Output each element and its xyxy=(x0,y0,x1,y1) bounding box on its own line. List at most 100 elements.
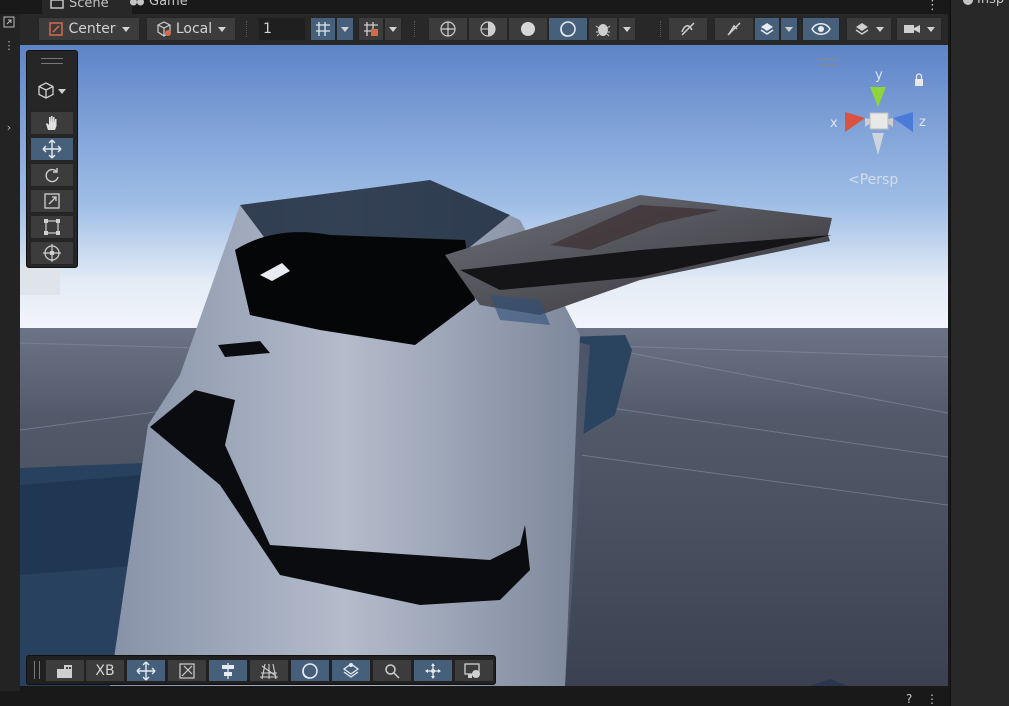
projection-label: Persp xyxy=(859,172,899,188)
game-controller-icon xyxy=(130,0,144,6)
status-help-label: ? xyxy=(906,692,913,706)
maximize-icon[interactable] xyxy=(1,16,17,32)
layers-overlay-button[interactable] xyxy=(331,659,371,682)
tab-inspector[interactable]: Insp xyxy=(963,0,1004,9)
tab-game[interactable]: Game xyxy=(128,0,188,13)
snap-increment-field[interactable]: 1 xyxy=(258,17,306,41)
rotate-icon xyxy=(45,168,59,183)
overlay-drag-handle[interactable] xyxy=(41,58,63,64)
tab-scene[interactable]: Scene xyxy=(42,0,132,14)
chevron-down-icon xyxy=(341,26,349,32)
increment-snap-icon xyxy=(364,22,378,36)
grid-snap-dropdown[interactable] xyxy=(336,17,354,41)
xb-button[interactable]: XB xyxy=(85,659,125,682)
camera-settings-dropdown[interactable] xyxy=(896,17,942,41)
pivot-rotation-dropdown[interactable]: Local xyxy=(146,17,236,41)
hand-icon xyxy=(46,116,57,130)
wireframe-shading-button[interactable] xyxy=(428,17,468,41)
inspector-panel: Insp xyxy=(950,0,1009,706)
bottom-tools-overlay: XB xyxy=(26,655,496,685)
pivot-mode-dropdown[interactable]: Center xyxy=(38,17,140,41)
move-overlay-button[interactable] xyxy=(126,659,166,682)
camera-overlay-button[interactable] xyxy=(454,659,494,682)
grid-perspective-icon xyxy=(260,663,278,679)
pivot-mode-label: Center xyxy=(68,21,116,37)
scene-render xyxy=(20,45,948,686)
xb-label: XB xyxy=(95,662,115,679)
snap-increment-value: 1 xyxy=(263,21,272,37)
snap-toggle-button[interactable] xyxy=(167,659,207,682)
chevron-down-icon xyxy=(389,26,397,32)
more-options-icon[interactable]: ⋮ xyxy=(1,38,17,54)
shaded-button[interactable] xyxy=(508,17,548,41)
scene-viewport[interactable] xyxy=(20,45,948,686)
lighting-button[interactable] xyxy=(548,17,588,41)
left-collapsed-strip: ⋮ › xyxy=(0,14,20,691)
rect-tool-button[interactable] xyxy=(30,215,74,239)
hidden-objects-toggle[interactable] xyxy=(802,17,840,41)
rotate-tool-button[interactable] xyxy=(30,163,74,187)
rect-transform-icon xyxy=(44,219,60,235)
status-menu-icon[interactable]: ⋮ xyxy=(926,693,938,705)
eye-icon xyxy=(811,23,831,35)
projection-toggle[interactable]: <Persp xyxy=(848,172,898,188)
chevron-down-icon xyxy=(623,26,631,32)
move-tool-button[interactable] xyxy=(30,137,74,161)
chevron-down-icon xyxy=(785,26,793,32)
audio-off-icon xyxy=(681,22,695,36)
tab-menu-icon[interactable]: ⋮ xyxy=(926,0,939,13)
search-overlay-button[interactable] xyxy=(372,659,412,682)
expand-chevron-icon[interactable]: › xyxy=(1,120,17,136)
scene-visibility-button[interactable] xyxy=(754,17,780,41)
wireframe-sphere-icon xyxy=(440,21,456,37)
grid-snap-button[interactable] xyxy=(310,17,336,41)
chevron-down-icon xyxy=(927,26,935,32)
camera-icon xyxy=(904,25,920,33)
lighting-icon xyxy=(560,21,576,37)
shaded-wireframe-icon xyxy=(480,21,496,37)
scale-tool-button[interactable] xyxy=(30,189,74,213)
gizmos-dropdown[interactable] xyxy=(846,17,892,41)
toggle-2d-button[interactable] xyxy=(668,17,708,41)
pivot-rotation-label: Local xyxy=(175,21,213,37)
lighting-icon xyxy=(302,662,318,679)
increment-snap-button[interactable] xyxy=(358,17,384,41)
snap-icon xyxy=(179,662,195,679)
lighting-overlay-button[interactable] xyxy=(290,659,330,682)
increment-snap-dropdown[interactable] xyxy=(384,17,402,41)
tab-scene-label: Scene xyxy=(69,0,109,11)
scene-toolbar: Center Local 1 xyxy=(20,14,948,46)
gizmo-y-label: y xyxy=(875,68,883,83)
gizmos-layers-icon xyxy=(855,23,869,35)
scene-icon xyxy=(50,0,64,9)
overlay-drag-handle[interactable] xyxy=(34,661,40,679)
align-icon xyxy=(222,662,234,679)
chevron-down-icon xyxy=(876,26,884,32)
scene-view-button[interactable] xyxy=(45,659,85,682)
grid-snap-icon xyxy=(316,22,330,36)
transform-tool-button[interactable] xyxy=(30,241,74,265)
pivot-overlay-button[interactable] xyxy=(413,659,453,682)
scale-icon xyxy=(44,193,60,209)
gizmo-z-label: z xyxy=(919,115,926,130)
cube-icon xyxy=(38,82,66,99)
tab-game-label: Game xyxy=(149,0,188,9)
tools-overlay xyxy=(26,50,78,268)
pivot-arrows-icon xyxy=(425,662,441,679)
tool-context-dropdown[interactable] xyxy=(33,79,73,103)
debug-draw-dropdown[interactable] xyxy=(618,17,636,41)
effects-toggle-button[interactable] xyxy=(714,17,754,41)
chevron-down-icon xyxy=(121,26,130,32)
debug-draw-button[interactable] xyxy=(588,17,618,41)
shaded-sphere-icon xyxy=(521,22,535,36)
grid-overlay-button[interactable] xyxy=(249,659,289,682)
layers-icon xyxy=(760,23,774,35)
view-tool-button[interactable] xyxy=(30,111,74,135)
move-arrows-icon xyxy=(42,139,62,159)
align-button[interactable] xyxy=(208,659,248,682)
shaded-wireframe-button[interactable] xyxy=(468,17,508,41)
pivot-center-icon xyxy=(49,22,64,36)
scene-tab-strip: Scene Game ⋮ xyxy=(0,0,948,14)
chevron-left-icon: < xyxy=(848,172,860,188)
scene-visibility-dropdown[interactable] xyxy=(780,17,798,41)
